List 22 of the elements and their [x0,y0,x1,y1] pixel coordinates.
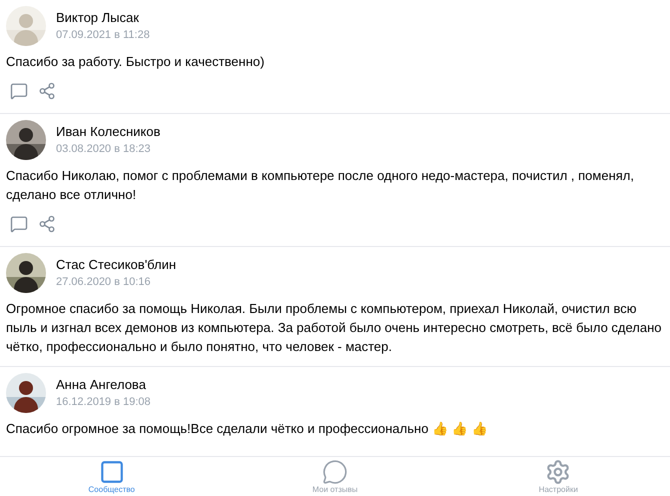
review-date: 27.06.2020 в 10:16 [56,275,152,290]
author-name: Виктор Лысак [56,9,140,27]
nav-tab[interactable]: Сообщество [52,457,172,495]
review-date: 16.12.2019 в 19:08 [56,395,151,410]
share-button[interactable] [38,215,56,233]
author-name: Стас Стесиков'блин [56,256,176,274]
settings-icon [545,459,572,485]
review-text: Спасибо за работу. Быстро и качественно) [6,53,266,71]
comment-button[interactable] [10,215,28,233]
share-button[interactable] [38,82,56,100]
speech-bubble-icon [322,459,348,485]
author-name: Анна Ангелова [56,376,147,394]
review-text: Огромное спасибо за помощь Николая. Были проблемы с компьютером, приехал Николай, очистил всю пыль и изгнал всех демонов из компьютера. За работой было очень интересно смотреть, всё было сделано чётко, профессионально и было понятно, что человек - мастер. [6,300,663,356]
review-date: 03.08.2020 в 18:23 [56,142,152,157]
square-icon [98,459,125,485]
review-text: Спасибо огромное за помощь!Все сделали чётко и профессионально 👍 👍 👍 [6,420,488,438]
comment-button[interactable] [10,82,28,100]
nav-tab[interactable]: Настройки [498,457,618,495]
author-name: Иван Колесников [56,123,160,141]
nav-tab[interactable]: Мои отзывы [274,457,395,495]
review-text: Спасибо Николаю, помог с проблемами в компьютере после одного недо-мастера, почистил , поменял, сделано все отлично! [6,167,635,204]
review-date: 07.09.2021 в 11:28 [56,28,150,43]
